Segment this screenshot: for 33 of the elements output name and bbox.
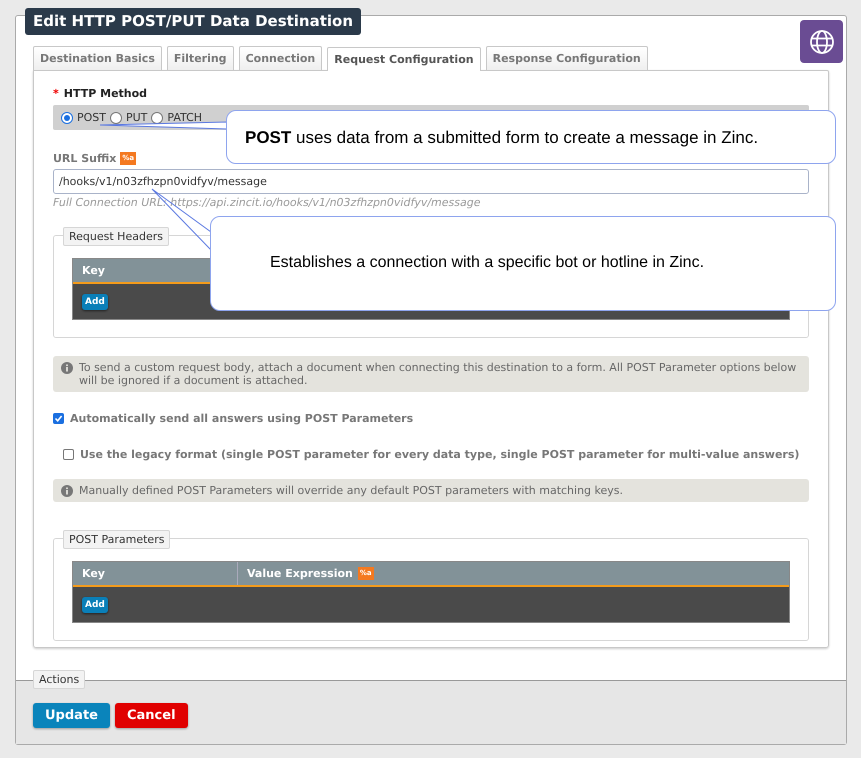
section-legend: Request Headers xyxy=(63,227,169,246)
required-mark: * xyxy=(53,87,59,100)
tab[interactable]: Request Configuration xyxy=(327,47,481,71)
column-header: Key xyxy=(81,263,106,279)
tab[interactable]: Response Configuration xyxy=(486,46,648,70)
callout-tooltip: POST uses data from a submitted form to create a message in Zinc. xyxy=(226,110,836,164)
info-icon xyxy=(61,362,73,374)
check-icon xyxy=(54,414,63,423)
cancel-button[interactable]: Cancel xyxy=(114,703,188,728)
hint-text: Full Connection URL: https://api.zincit.io/hooks/v1/n03zfhzpn0vidfyv/message xyxy=(53,196,482,209)
info-note: To send a custom request body, attach a document when connecting this destination to a form. All POST Parameter options below will be ignored if a document is attached. xyxy=(53,356,809,392)
add-button[interactable]: Add xyxy=(82,596,108,612)
column-header: Key xyxy=(81,566,106,582)
tab[interactable]: Destination Basics xyxy=(33,46,162,70)
field-label: URL Suffix xyxy=(53,152,116,165)
checkbox-option[interactable]: Use the legacy format (single POST parameter for every data type, single POST parameter for multi-value answers) xyxy=(63,448,809,461)
info-note: Manually defined POST Parameters will override any default POST parameters with matching keys. xyxy=(53,479,809,502)
globe-icon xyxy=(808,28,834,54)
section-legend: Actions xyxy=(33,670,86,689)
tab[interactable]: Filtering xyxy=(166,46,234,70)
globe-button[interactable] xyxy=(800,20,843,63)
callout-tooltip: Establishes a connection with a specific bot or hotline in Zinc. xyxy=(210,216,836,311)
add-button[interactable]: Add xyxy=(82,294,108,310)
checkbox-option[interactable]: Automatically send all answers using POST Parameters xyxy=(53,412,809,425)
radio-option[interactable]: POST xyxy=(61,111,106,124)
section-legend: POST Parameters xyxy=(63,530,170,549)
field-label: HTTP Method xyxy=(64,87,148,100)
dialog-title: Edit HTTP POST/PUT Data Destination xyxy=(25,8,362,35)
info-icon xyxy=(61,485,73,497)
update-button[interactable]: Update xyxy=(33,703,110,728)
url-suffix-field[interactable]: /hooks/v1/n03zfhzpn0vidfyv/message xyxy=(53,169,809,194)
tab[interactable]: Connection xyxy=(238,46,322,70)
radio-option[interactable]: PUT xyxy=(110,111,148,124)
